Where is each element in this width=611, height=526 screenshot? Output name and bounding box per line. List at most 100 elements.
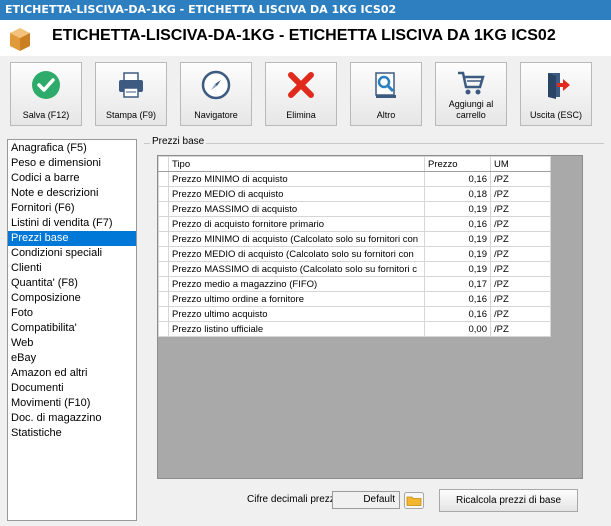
price-grid-container: Tipo Prezzo UM Prezzo MINIMO di acquisto… — [157, 155, 583, 479]
cell-prezzo[interactable]: 0,16 — [424, 171, 491, 187]
print-button[interactable]: Stampa (F9) — [95, 62, 167, 126]
cell-um[interactable]: /PZ — [490, 186, 551, 202]
sidebar-item[interactable]: Statistiche — [8, 426, 136, 441]
cell-prezzo[interactable]: 0,16 — [424, 216, 491, 232]
cell-prezzo[interactable]: 0,16 — [424, 291, 491, 307]
cell-um[interactable]: /PZ — [490, 276, 551, 292]
cell-prezzo[interactable]: 0,17 — [424, 276, 491, 292]
cell-tipo[interactable]: Prezzo MINIMO di acquisto (Calcolato sol… — [168, 231, 425, 247]
row-header[interactable] — [158, 291, 169, 307]
table-row[interactable]: Prezzo ultimo acquisto 0,16/PZ — [158, 306, 551, 322]
column-header-prezzo[interactable]: Prezzo — [424, 156, 491, 172]
add-to-cart-button[interactable]: Aggiungi al carrello — [435, 62, 507, 126]
sidebar-item[interactable]: Quantita' (F8) — [8, 276, 136, 291]
decimals-field[interactable]: Default — [332, 491, 400, 509]
row-header[interactable] — [158, 186, 169, 202]
cell-prezzo[interactable]: 0,00 — [424, 321, 491, 337]
printer-icon — [119, 72, 143, 98]
table-row[interactable]: Prezzo MASSIMO di acquisto 0,19/PZ — [158, 201, 551, 217]
cart-icon — [458, 71, 485, 95]
row-header[interactable] — [158, 276, 169, 292]
sidebar-item[interactable]: Codici a barre — [8, 171, 136, 186]
table-row[interactable]: Prezzo ultimo ordine a fornitore 0,16/PZ — [158, 291, 551, 307]
print-label: Stampa (F9) — [105, 110, 156, 120]
cell-um[interactable]: /PZ — [490, 291, 551, 307]
section-list[interactable]: Anagrafica (F5) Peso e dimensioni Codici a… — [7, 139, 137, 521]
sidebar-item[interactable]: Foto — [8, 306, 136, 321]
cell-tipo[interactable]: Prezzo MEDIO di acquisto — [168, 186, 425, 202]
sidebar-item[interactable]: Amazon ed altri — [8, 366, 136, 381]
other-button[interactable]: Altro — [350, 62, 422, 126]
table-row[interactable]: Prezzo MINIMO di acquisto (Calcolato sol… — [158, 231, 551, 247]
cell-prezzo[interactable]: 0,18 — [424, 186, 491, 202]
recalculate-prices-button[interactable]: Ricalcola prezzi di base — [439, 489, 578, 512]
delete-button[interactable]: Elimina — [265, 62, 337, 126]
cell-um[interactable]: /PZ — [490, 171, 551, 187]
table-row[interactable]: Prezzo di acquisto fornitore primario 0,1… — [158, 216, 551, 232]
sidebar-item[interactable]: Web — [8, 336, 136, 351]
sidebar-item[interactable]: Condizioni speciali — [8, 246, 136, 261]
cell-tipo[interactable]: Prezzo listino ufficiale — [168, 321, 425, 337]
exit-button[interactable]: Uscita (ESC) — [520, 62, 592, 126]
cell-um[interactable]: /PZ — [490, 306, 551, 322]
cell-tipo[interactable]: Prezzo medio a magazzino (FIFO) — [168, 276, 425, 292]
save-button[interactable]: Salva (F12) — [10, 62, 82, 126]
sidebar-item[interactable]: Movimenti (F10) — [8, 396, 136, 411]
add-to-cart-label-line2: carrello — [456, 110, 486, 120]
row-header[interactable] — [158, 216, 169, 232]
add-to-cart-label: Aggiungi al carrello — [436, 99, 506, 121]
cell-prezzo[interactable]: 0,19 — [424, 246, 491, 262]
sidebar-item[interactable]: Documenti — [8, 381, 136, 396]
cell-prezzo[interactable]: 0,16 — [424, 306, 491, 322]
sidebar-item[interactable]: Fornitori (F6) — [8, 201, 136, 216]
column-header-um[interactable]: UM — [490, 156, 551, 172]
cell-tipo[interactable]: Prezzo MASSIMO di acquisto — [168, 201, 425, 217]
cell-tipo[interactable]: Prezzo MASSIMO di acquisto (Calcolato so… — [168, 261, 425, 277]
column-header-tipo[interactable]: Tipo — [168, 156, 425, 172]
table-row[interactable]: Prezzo MEDIO di acquisto (Calcolato solo… — [158, 246, 551, 262]
window-title-bar: ETICHETTA-LISCIVA-DA-1KG - ETICHETTA LIS… — [0, 0, 611, 20]
delete-x-icon — [288, 72, 314, 98]
row-header[interactable] — [158, 171, 169, 187]
cell-prezzo[interactable]: 0,19 — [424, 201, 491, 217]
sidebar-item[interactable]: Clienti — [8, 261, 136, 276]
cell-prezzo[interactable]: 0,19 — [424, 231, 491, 247]
cell-tipo[interactable]: Prezzo MEDIO di acquisto (Calcolato solo… — [168, 246, 425, 262]
sidebar-item[interactable]: Doc. di magazzino — [8, 411, 136, 426]
cell-um[interactable]: /PZ — [490, 201, 551, 217]
table-row[interactable]: Prezzo MINIMO di acquisto 0,16/PZ — [158, 171, 551, 187]
sidebar-item[interactable]: Listini di vendita (F7) — [8, 216, 136, 231]
cell-tipo[interactable]: Prezzo MINIMO di acquisto — [168, 171, 425, 187]
folder-icon[interactable] — [404, 492, 424, 509]
row-header[interactable] — [158, 231, 169, 247]
cell-um[interactable]: /PZ — [490, 216, 551, 232]
check-icon — [32, 71, 60, 99]
table-row[interactable]: Prezzo medio a magazzino (FIFO) 0,17/PZ — [158, 276, 551, 292]
cell-tipo[interactable]: Prezzo di acquisto fornitore primario — [168, 216, 425, 232]
row-header[interactable] — [158, 201, 169, 217]
toolbar: Salva (F12) Stampa (F9) Navigatore Elimi… — [0, 56, 611, 130]
sidebar-item[interactable]: Compatibilita' — [8, 321, 136, 336]
sidebar-item[interactable]: eBay — [8, 351, 136, 366]
sidebar-item[interactable]: Anagrafica (F5) — [8, 141, 136, 156]
row-header[interactable] — [158, 321, 169, 337]
row-header[interactable] — [158, 246, 169, 262]
table-row[interactable]: Prezzo MASSIMO di acquisto (Calcolato so… — [158, 261, 551, 277]
sidebar-item[interactable]: Prezzi base — [8, 231, 136, 246]
navigator-label: Navigatore — [194, 110, 238, 120]
cell-um[interactable]: /PZ — [490, 261, 551, 277]
sidebar-item[interactable]: Note e descrizioni — [8, 186, 136, 201]
table-row[interactable]: Prezzo MEDIO di acquisto 0,18/PZ — [158, 186, 551, 202]
cell-tipo[interactable]: Prezzo ultimo acquisto — [168, 306, 425, 322]
cell-um[interactable]: /PZ — [490, 231, 551, 247]
sidebar-item[interactable]: Peso e dimensioni — [8, 156, 136, 171]
cell-um[interactable]: /PZ — [490, 321, 551, 337]
cell-um[interactable]: /PZ — [490, 246, 551, 262]
row-header[interactable] — [158, 306, 169, 322]
cell-prezzo[interactable]: 0,19 — [424, 261, 491, 277]
cell-tipo[interactable]: Prezzo ultimo ordine a fornitore — [168, 291, 425, 307]
row-header[interactable] — [158, 261, 169, 277]
sidebar-item[interactable]: Composizione — [8, 291, 136, 306]
navigator-button[interactable]: Navigatore — [180, 62, 252, 126]
table-row[interactable]: Prezzo listino ufficiale 0,00/PZ — [158, 321, 551, 337]
